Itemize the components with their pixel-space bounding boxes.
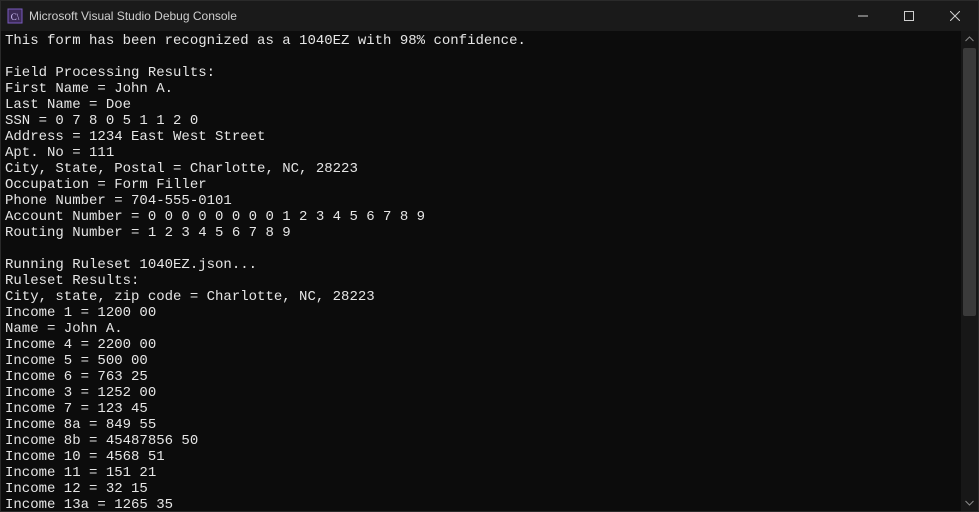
console-line: Phone Number = 704-555-0101 — [5, 193, 957, 209]
console-line: City, State, Postal = Charlotte, NC, 282… — [5, 161, 957, 177]
console-line: Income 10 = 4568 51 — [5, 449, 957, 465]
scroll-down-button[interactable] — [961, 494, 978, 511]
console-line: Ruleset Results: — [5, 273, 957, 289]
maximize-button[interactable] — [886, 1, 932, 31]
console-line: First Name = John A. — [5, 81, 957, 97]
scroll-up-button[interactable] — [961, 31, 978, 48]
window-title: Microsoft Visual Studio Debug Console — [29, 9, 237, 23]
client-area: This form has been recognized as a 1040E… — [1, 31, 978, 511]
console-window: C\ Microsoft Visual Studio Debug Console… — [0, 0, 979, 512]
console-line: Field Processing Results: — [5, 65, 957, 81]
console-line: Apt. No = 111 — [5, 145, 957, 161]
scrollbar-thumb[interactable] — [963, 48, 976, 316]
console-line: SSN = 0 7 8 0 5 1 1 2 0 — [5, 113, 957, 129]
chevron-down-icon — [965, 498, 974, 507]
console-line: City, state, zip code = Charlotte, NC, 2… — [5, 289, 957, 305]
titlebar[interactable]: C\ Microsoft Visual Studio Debug Console — [1, 1, 978, 31]
console-line: Income 11 = 151 21 — [5, 465, 957, 481]
svg-text:C\: C\ — [11, 12, 20, 22]
console-line: Running Ruleset 1040EZ.json... — [5, 257, 957, 273]
console-line: Income 8b = 45487856 50 — [5, 433, 957, 449]
console-line: Income 13a = 1265 35 — [5, 497, 957, 511]
app-icon: C\ — [7, 8, 23, 24]
console-line: This form has been recognized as a 1040E… — [5, 33, 957, 49]
console-line: Income 1 = 1200 00 — [5, 305, 957, 321]
console-line: Last Name = Doe — [5, 97, 957, 113]
console-line: Account Number = 0 0 0 0 0 0 0 0 1 2 3 4… — [5, 209, 957, 225]
minimize-button[interactable] — [840, 1, 886, 31]
console-line: Occupation = Form Filler — [5, 177, 957, 193]
close-button[interactable] — [932, 1, 978, 31]
console-line: Income 12 = 32 15 — [5, 481, 957, 497]
console-line: Income 8a = 849 55 — [5, 417, 957, 433]
console-line: Name = John A. — [5, 321, 957, 337]
window-controls — [840, 1, 978, 31]
scrollbar-track[interactable] — [961, 48, 978, 494]
console-line — [5, 49, 957, 65]
console-line: Income 7 = 123 45 — [5, 401, 957, 417]
chevron-up-icon — [965, 35, 974, 44]
console-line: Income 4 = 2200 00 — [5, 337, 957, 353]
console-line: Routing Number = 1 2 3 4 5 6 7 8 9 — [5, 225, 957, 241]
console-line — [5, 241, 957, 257]
console-line: Income 6 = 763 25 — [5, 369, 957, 385]
vertical-scrollbar[interactable] — [961, 31, 978, 511]
console-line: Income 5 = 500 00 — [5, 353, 957, 369]
console-output[interactable]: This form has been recognized as a 1040E… — [1, 31, 961, 511]
console-line: Income 3 = 1252 00 — [5, 385, 957, 401]
console-line: Address = 1234 East West Street — [5, 129, 957, 145]
